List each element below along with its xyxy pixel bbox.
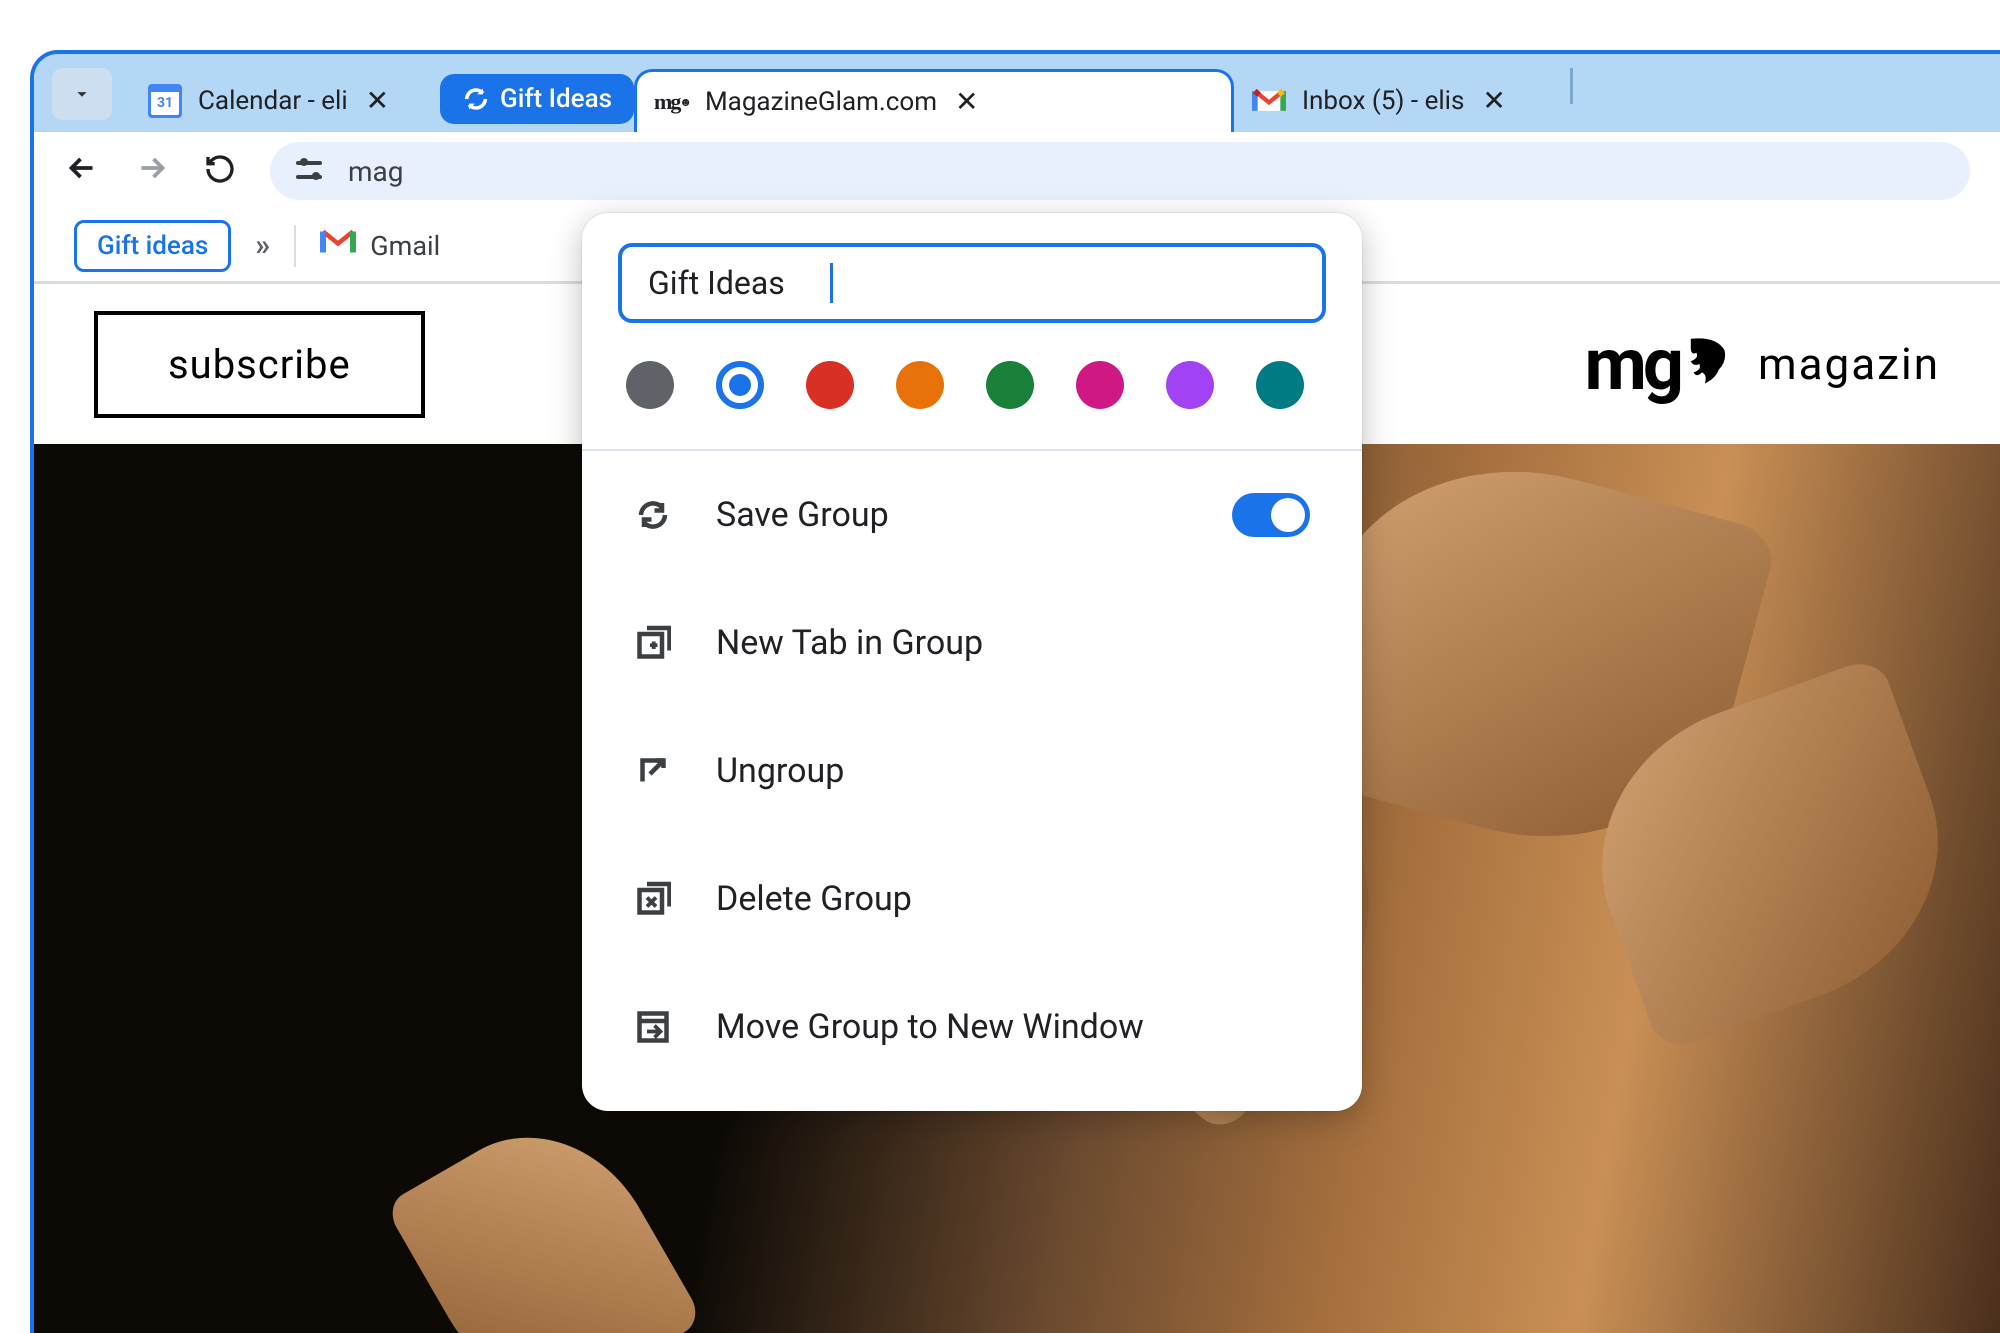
brand: mg magazin bbox=[1585, 322, 1941, 407]
tab-calendar[interactable]: Calendar - eli ✕ bbox=[130, 69, 440, 132]
brand-text: magazin bbox=[1758, 338, 1940, 390]
color-pink[interactable] bbox=[1076, 361, 1124, 409]
color-cyan[interactable] bbox=[1256, 361, 1304, 409]
gmail-icon bbox=[320, 228, 356, 264]
bookmark-gmail[interactable]: Gmail bbox=[320, 228, 440, 264]
ungroup-label: Ungroup bbox=[716, 751, 844, 791]
back-button[interactable] bbox=[64, 150, 100, 193]
tab-group-edit-popup: Save Group New Tab in Group Ungroup Dele… bbox=[582, 213, 1362, 1111]
color-picker-row bbox=[582, 347, 1362, 449]
group-name-input[interactable] bbox=[648, 264, 824, 302]
ungroup-row[interactable]: Ungroup bbox=[582, 707, 1362, 835]
sync-icon bbox=[462, 85, 490, 113]
color-grey[interactable] bbox=[626, 361, 674, 409]
close-icon[interactable]: ✕ bbox=[1482, 87, 1505, 115]
new-tab-in-group-row[interactable]: New Tab in Group bbox=[582, 579, 1362, 707]
brand-logo-icon: mg bbox=[1585, 322, 1733, 407]
move-window-label: Move Group to New Window bbox=[716, 1007, 1144, 1047]
save-group-row[interactable]: Save Group bbox=[582, 451, 1362, 579]
tab-inbox[interactable]: Inbox (5) - elis ✕ bbox=[1234, 69, 1564, 132]
color-orange[interactable] bbox=[896, 361, 944, 409]
close-icon[interactable]: ✕ bbox=[955, 88, 978, 116]
text-cursor bbox=[830, 263, 833, 303]
new-tab-label: New Tab in Group bbox=[716, 623, 983, 663]
calendar-icon bbox=[148, 84, 182, 118]
close-icon[interactable]: ✕ bbox=[366, 87, 389, 115]
save-group-toggle[interactable] bbox=[1232, 493, 1310, 537]
tab-title: Calendar - eli bbox=[198, 86, 348, 116]
subscribe-button[interactable]: subscribe bbox=[94, 311, 425, 418]
bookmark-group-chip[interactable]: Gift ideas bbox=[74, 220, 231, 272]
color-green[interactable] bbox=[986, 361, 1034, 409]
move-window-icon bbox=[634, 1008, 672, 1046]
delete-group-row[interactable]: Delete Group bbox=[582, 835, 1362, 963]
omnibox[interactable]: mag bbox=[270, 142, 1970, 200]
color-purple[interactable] bbox=[1166, 361, 1214, 409]
tab-group-title: Gift Ideas bbox=[500, 84, 612, 114]
bookmark-overflow-icon[interactable]: » bbox=[255, 228, 270, 263]
forward-button[interactable] bbox=[134, 150, 170, 193]
tab-search-button[interactable] bbox=[52, 68, 112, 120]
tab-strip: Calendar - eli ✕ Gift Ideas mg☻ Magazine… bbox=[34, 54, 2000, 132]
delete-group-icon bbox=[634, 880, 672, 918]
group-name-input-wrap[interactable] bbox=[618, 243, 1326, 323]
site-settings-icon[interactable] bbox=[296, 159, 326, 183]
tab-title: Inbox (5) - elis bbox=[1302, 86, 1464, 116]
tab-magazineglam-active[interactable]: mg☻ MagazineGlam.com ✕ bbox=[634, 69, 1234, 132]
save-group-label: Save Group bbox=[716, 495, 889, 535]
move-to-new-window-row[interactable]: Move Group to New Window bbox=[582, 963, 1362, 1091]
color-blue[interactable] bbox=[716, 361, 764, 409]
delete-group-label: Delete Group bbox=[716, 879, 912, 919]
bookmark-separator bbox=[294, 225, 296, 267]
mg-icon: mg☻ bbox=[655, 85, 689, 119]
color-red[interactable] bbox=[806, 361, 854, 409]
sync-icon bbox=[634, 496, 672, 534]
omnibox-text: mag bbox=[348, 155, 404, 188]
bookmark-label: Gmail bbox=[370, 230, 440, 262]
tab-group-label-gift-ideas[interactable]: Gift Ideas bbox=[440, 74, 634, 124]
new-tab-icon bbox=[634, 624, 672, 662]
ungroup-icon bbox=[634, 752, 672, 790]
reload-button[interactable] bbox=[204, 153, 236, 189]
toolbar: mag bbox=[34, 132, 2000, 210]
tab-title: MagazineGlam.com bbox=[705, 87, 937, 117]
tab-separator bbox=[1570, 68, 1573, 104]
gmail-icon bbox=[1252, 84, 1286, 118]
